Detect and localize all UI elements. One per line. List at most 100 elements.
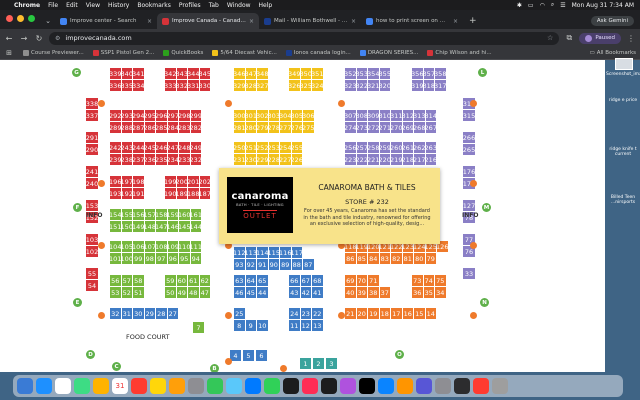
- store-unit[interactable]: 285: [155, 122, 167, 133]
- store-unit[interactable]: 104: [109, 241, 121, 252]
- store-unit[interactable]: 321: [367, 80, 379, 91]
- store-unit[interactable]: 14: [425, 308, 436, 319]
- store-unit[interactable]: 294: [132, 110, 144, 121]
- tab-improve-canada[interactable]: Improve Canada - Canada's ×: [157, 13, 259, 29]
- store-unit[interactable]: 278: [268, 122, 280, 133]
- apps-grid-icon[interactable]: ⊞: [4, 49, 14, 57]
- store-unit[interactable]: 34: [435, 287, 446, 298]
- store-unit[interactable]: 270: [390, 122, 402, 133]
- store-unit[interactable]: 90: [268, 259, 279, 270]
- store-unit[interactable]: 338: [86, 98, 98, 109]
- store-unit[interactable]: 308: [356, 110, 368, 121]
- amenity-marker-icon[interactable]: [470, 180, 477, 187]
- store-unit[interactable]: 47: [199, 287, 210, 298]
- gate-marker[interactable]: E: [73, 298, 82, 307]
- store-unit[interactable]: 62: [199, 275, 210, 286]
- store-unit[interactable]: 92: [245, 259, 256, 270]
- store-unit[interactable]: 265: [463, 144, 475, 155]
- store-unit[interactable]: 44: [257, 287, 268, 298]
- store-unit[interactable]: 275: [302, 122, 314, 133]
- store-unit[interactable]: 16: [402, 308, 413, 319]
- store-unit[interactable]: 53: [110, 287, 121, 298]
- store-unit[interactable]: 244: [132, 142, 144, 153]
- minimize-window-button[interactable]: [17, 15, 24, 22]
- store-unit[interactable]: 55: [86, 268, 98, 279]
- dock-app-icon[interactable]: [454, 378, 470, 394]
- store-unit[interactable]: 287: [132, 122, 144, 133]
- store-unit[interactable]: 61: [188, 275, 199, 286]
- store-unit[interactable]: 68: [312, 275, 323, 286]
- store-unit[interactable]: 246: [155, 142, 167, 153]
- bookmark-item[interactable]: Ionos canada login...: [285, 50, 351, 56]
- store-unit[interactable]: 28: [156, 308, 167, 319]
- store-unit[interactable]: 288: [121, 122, 133, 133]
- store-unit[interactable]: 98: [144, 253, 155, 264]
- gate-marker[interactable]: F: [73, 203, 82, 212]
- store-unit[interactable]: 100: [121, 253, 133, 264]
- store-unit[interactable]: 326: [288, 80, 300, 91]
- store-unit[interactable]: 355: [379, 68, 391, 79]
- store-unit[interactable]: 84: [368, 253, 379, 264]
- store-unit[interactable]: 334: [132, 80, 144, 91]
- menu-tab[interactable]: Tab: [209, 2, 219, 9]
- tab-mail[interactable]: Mail - William Bothwell - Mai ×: [259, 13, 361, 29]
- bookmark-item[interactable]: Chip Wilson and hi...: [427, 50, 492, 56]
- store-unit[interactable]: 35: [423, 287, 434, 298]
- dock-app-icon[interactable]: [321, 378, 337, 394]
- store-unit[interactable]: 37: [379, 287, 390, 298]
- store-unit[interactable]: 154: [109, 209, 121, 220]
- search-icon[interactable]: ⌕: [551, 1, 554, 9]
- store-unit[interactable]: 302: [256, 110, 268, 121]
- store-unit[interactable]: 248: [178, 142, 190, 153]
- store-unit[interactable]: 336: [109, 80, 121, 91]
- store-unit[interactable]: 74: [423, 275, 434, 286]
- info-desk-label[interactable]: INFO: [86, 212, 102, 219]
- store-unit[interactable]: 31: [121, 308, 132, 319]
- control-center-icon[interactable]: ☰: [560, 2, 565, 9]
- store-unit[interactable]: 276: [291, 122, 303, 133]
- store-unit[interactable]: 331: [187, 80, 199, 91]
- store-unit[interactable]: 88: [291, 259, 302, 270]
- store-unit[interactable]: 318: [423, 80, 435, 91]
- store-unit[interactable]: 284: [167, 122, 179, 133]
- store-unit[interactable]: 60: [176, 275, 187, 286]
- store-unit[interactable]: 351: [311, 68, 323, 79]
- store-unit[interactable]: 289: [109, 122, 121, 133]
- dock-app-icon[interactable]: [226, 378, 242, 394]
- store-unit[interactable]: 151: [109, 221, 121, 232]
- store-unit[interactable]: 333: [164, 80, 176, 91]
- store-unit[interactable]: 311: [390, 110, 402, 121]
- store-unit[interactable]: 69: [345, 275, 356, 286]
- store-unit[interactable]: 187: [199, 188, 211, 199]
- bookmark-item[interactable]: 5/64 Diecast Vehic...: [212, 50, 277, 56]
- dock-app-icon[interactable]: [245, 378, 261, 394]
- store-unit[interactable]: 228: [268, 154, 280, 165]
- all-bookmarks-button[interactable]: ▭ All Bookmarks: [590, 50, 637, 56]
- desktop-file-thumbnail[interactable]: [615, 58, 633, 70]
- menu-chrome[interactable]: Chrome: [14, 2, 40, 9]
- finder-icon[interactable]: [17, 378, 33, 394]
- store-unit[interactable]: 240: [86, 178, 98, 189]
- store-unit[interactable]: 101: [109, 253, 121, 264]
- store-unit[interactable]: 310: [379, 110, 391, 121]
- store-unit[interactable]: 192: [121, 188, 133, 199]
- store-unit[interactable]: 245: [144, 142, 156, 153]
- store-unit[interactable]: 315: [463, 110, 475, 121]
- amenity-marker-icon[interactable]: [338, 312, 345, 319]
- clock[interactable]: Mon Aug 31 7:34 AM: [572, 2, 634, 9]
- store-unit[interactable]: 193: [109, 188, 121, 199]
- store-unit[interactable]: 350: [300, 68, 312, 79]
- store-unit[interactable]: 358: [434, 68, 446, 79]
- store-unit[interactable]: 42: [300, 287, 311, 298]
- store-unit[interactable]: 176: [463, 166, 475, 177]
- menu-help[interactable]: Help: [259, 2, 273, 9]
- store-unit[interactable]: 73: [412, 275, 423, 286]
- store-unit[interactable]: 328: [245, 80, 257, 91]
- store-unit[interactable]: 298: [178, 110, 190, 121]
- store-unit[interactable]: 23: [300, 308, 311, 319]
- store-unit[interactable]: 269: [402, 122, 414, 133]
- store-unit[interactable]: 325: [300, 80, 312, 91]
- store-unit[interactable]: 346: [233, 68, 245, 79]
- store-unit[interactable]: 111: [190, 241, 202, 252]
- store-unit[interactable]: 271: [379, 122, 391, 133]
